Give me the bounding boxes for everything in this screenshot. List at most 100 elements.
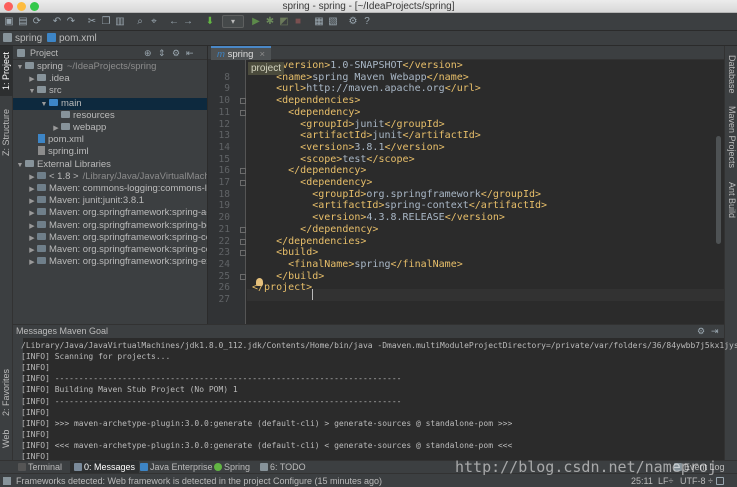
breadcrumb-pom[interactable]: pom.xml (47, 31, 97, 46)
fold-marker-icon[interactable] (240, 168, 246, 175)
project-structure-icon[interactable]: ▧ (327, 16, 339, 28)
tree-item[interactable]: ▶ Maven: commons-logging:commons-lo (13, 183, 207, 195)
project-panel-title[interactable]: Project (30, 46, 58, 60)
tree-item[interactable]: ▼ External Libraries (13, 158, 207, 171)
chevron-right-icon[interactable]: ▶ (28, 208, 36, 219)
settings-icon[interactable]: ⚙ (347, 16, 359, 28)
tree-item[interactable]: ▶ Maven: junit:junit:3.8.1 (13, 195, 207, 207)
run-icon[interactable]: ▶ (250, 16, 262, 28)
chevron-right-icon[interactable]: ▶ (28, 245, 36, 256)
gear-icon[interactable]: ⚙ (172, 46, 180, 60)
folder-icon (61, 123, 70, 130)
help-icon[interactable]: ? (361, 16, 373, 28)
save-icon[interactable]: ▤ (17, 16, 29, 28)
right-tool-stripe: Database Maven Projects Ant Build (724, 46, 737, 460)
fold-marker-icon[interactable] (240, 273, 246, 280)
tree-item[interactable]: ▶ Maven: org.springframework:spring-ao (13, 207, 207, 219)
line-number: 26 (218, 282, 230, 294)
paste-icon[interactable]: ▥ (114, 16, 126, 28)
undo-icon[interactable]: ↶ (51, 16, 63, 28)
make-icon[interactable]: ⬇ (204, 16, 216, 28)
intention-bulb-icon[interactable] (256, 278, 263, 286)
chevron-down-icon[interactable]: ▼ (16, 160, 24, 171)
fold-marker-icon[interactable] (240, 180, 246, 186)
tree-item[interactable]: ▶ webapp (13, 122, 207, 134)
chevron-right-icon[interactable]: ▶ (28, 172, 36, 183)
debug-icon[interactable]: ✱ (264, 16, 276, 28)
find-icon[interactable]: ⌕ (134, 16, 146, 28)
tree-item[interactable]: ▶ .idea (13, 73, 207, 85)
tab-web[interactable]: Web (0, 426, 13, 452)
line-number: 25 (218, 270, 230, 282)
tree-item[interactable]: spring.iml (13, 146, 207, 158)
hide-panel-icon[interactable]: ⇤ (186, 46, 194, 60)
tree-item[interactable]: ▶ Maven: org.springframework:spring-co (13, 232, 207, 244)
tree-item[interactable]: pom.xml (13, 134, 207, 146)
status-toggle-icon[interactable] (3, 477, 11, 485)
tree-item[interactable]: ▶ Maven: org.springframework:spring-co (13, 244, 207, 256)
tree-item-path: /Library/Java/JavaVirtualMachi (82, 170, 208, 182)
close-tab-icon[interactable]: × (259, 49, 265, 60)
sync-icon[interactable]: ⟳ (31, 16, 43, 28)
breadcrumb-spring[interactable]: spring (3, 31, 42, 46)
line-number: 23 (218, 247, 230, 259)
chevron-right-icon[interactable]: ▶ (28, 221, 36, 232)
tab-favorites[interactable]: 2: Favorites (0, 364, 13, 420)
gear-icon[interactable]: ⚙ (697, 325, 705, 338)
editor-scrollbar[interactable] (716, 136, 721, 244)
tree-item[interactable]: ▶ Maven: org.springframework:spring-be (13, 220, 207, 232)
back-icon[interactable]: ← (168, 16, 180, 28)
tree-item-label: spring (37, 61, 63, 72)
chevron-down-icon[interactable]: ▼ (40, 99, 48, 110)
line-number: 16 (218, 165, 230, 177)
lock-icon[interactable] (716, 477, 724, 485)
tree-item[interactable]: ▼ main (13, 97, 207, 110)
chevron-right-icon[interactable]: ▶ (28, 233, 36, 244)
code-line: <name>spring Maven Webapp</name> (276, 71, 469, 83)
tab-ant-build[interactable]: Ant Build (725, 178, 737, 222)
stop-icon[interactable]: ■ (292, 16, 304, 28)
status-message[interactable]: Frameworks detected: Web framework is de… (16, 474, 382, 487)
chevron-right-icon[interactable]: ▶ (28, 196, 36, 207)
fold-marker-icon[interactable] (240, 226, 246, 233)
module-file-icon (38, 146, 45, 156)
code-editor[interactable]: 8 9 10 11 12 13 14 15 16 17 18 19 20 21 22 23 24 25 26 27 <… (208, 60, 724, 324)
message-line: [INFO] (21, 363, 50, 373)
tree-item[interactable]: ▼ src (13, 85, 207, 97)
tree-item[interactable]: ▶ < 1.8 >/Library/Java/JavaVirtualMachi (13, 170, 208, 183)
collapse-all-icon[interactable]: ⇕ (158, 46, 166, 60)
tab-maven-projects[interactable]: Maven Projects (725, 104, 737, 170)
folder-open-icon[interactable]: ▣ (3, 16, 15, 28)
chevron-right-icon[interactable]: ▶ (52, 123, 60, 134)
chevron-right-icon[interactable]: ▶ (28, 184, 36, 195)
tab-database[interactable]: Database (725, 52, 737, 96)
fold-marker-icon[interactable] (240, 238, 246, 245)
fold-marker-icon[interactable] (240, 250, 246, 257)
redo-icon[interactable]: ↷ (65, 16, 77, 28)
tab-structure[interactable]: Z: Structure (0, 102, 13, 162)
tab-project[interactable]: 1: Project (0, 46, 13, 96)
chevron-right-icon[interactable]: ▶ (28, 257, 36, 268)
copy-icon[interactable]: ❐ (100, 16, 112, 28)
chevron-down-icon[interactable]: ▼ (16, 62, 24, 73)
cut-icon[interactable]: ✂ (86, 16, 98, 28)
fold-marker-icon[interactable] (240, 109, 246, 116)
library-icon (37, 208, 46, 216)
library-icon (37, 196, 46, 204)
tree-item[interactable]: resources (13, 110, 207, 122)
forward-icon[interactable]: → (182, 16, 194, 28)
editor-tab-pom[interactable]: m spring × (211, 46, 271, 60)
sdk-icon[interactable]: ▦ (313, 16, 325, 28)
scroll-from-source-icon[interactable]: ⊕ (144, 46, 152, 60)
tree-item[interactable]: ▶ Maven: org.springframework:spring-ex (13, 256, 207, 268)
fold-marker-icon[interactable] (240, 98, 246, 105)
hide-panel-icon[interactable]: ⇥ (711, 325, 719, 338)
chevron-right-icon[interactable]: ▶ (28, 74, 36, 85)
coverage-icon[interactable]: ◩ (278, 16, 290, 28)
chevron-down-icon[interactable]: ▼ (28, 86, 36, 97)
run-config-combo[interactable]: ▾ (222, 15, 244, 28)
tree-item[interactable]: ▼ spring ~/IdeaProjects/spring (13, 61, 207, 73)
tree-item-label: spring.iml (48, 146, 89, 158)
tree-item-label: External Libraries (37, 158, 111, 170)
replace-icon[interactable]: ⌖ (148, 16, 160, 28)
